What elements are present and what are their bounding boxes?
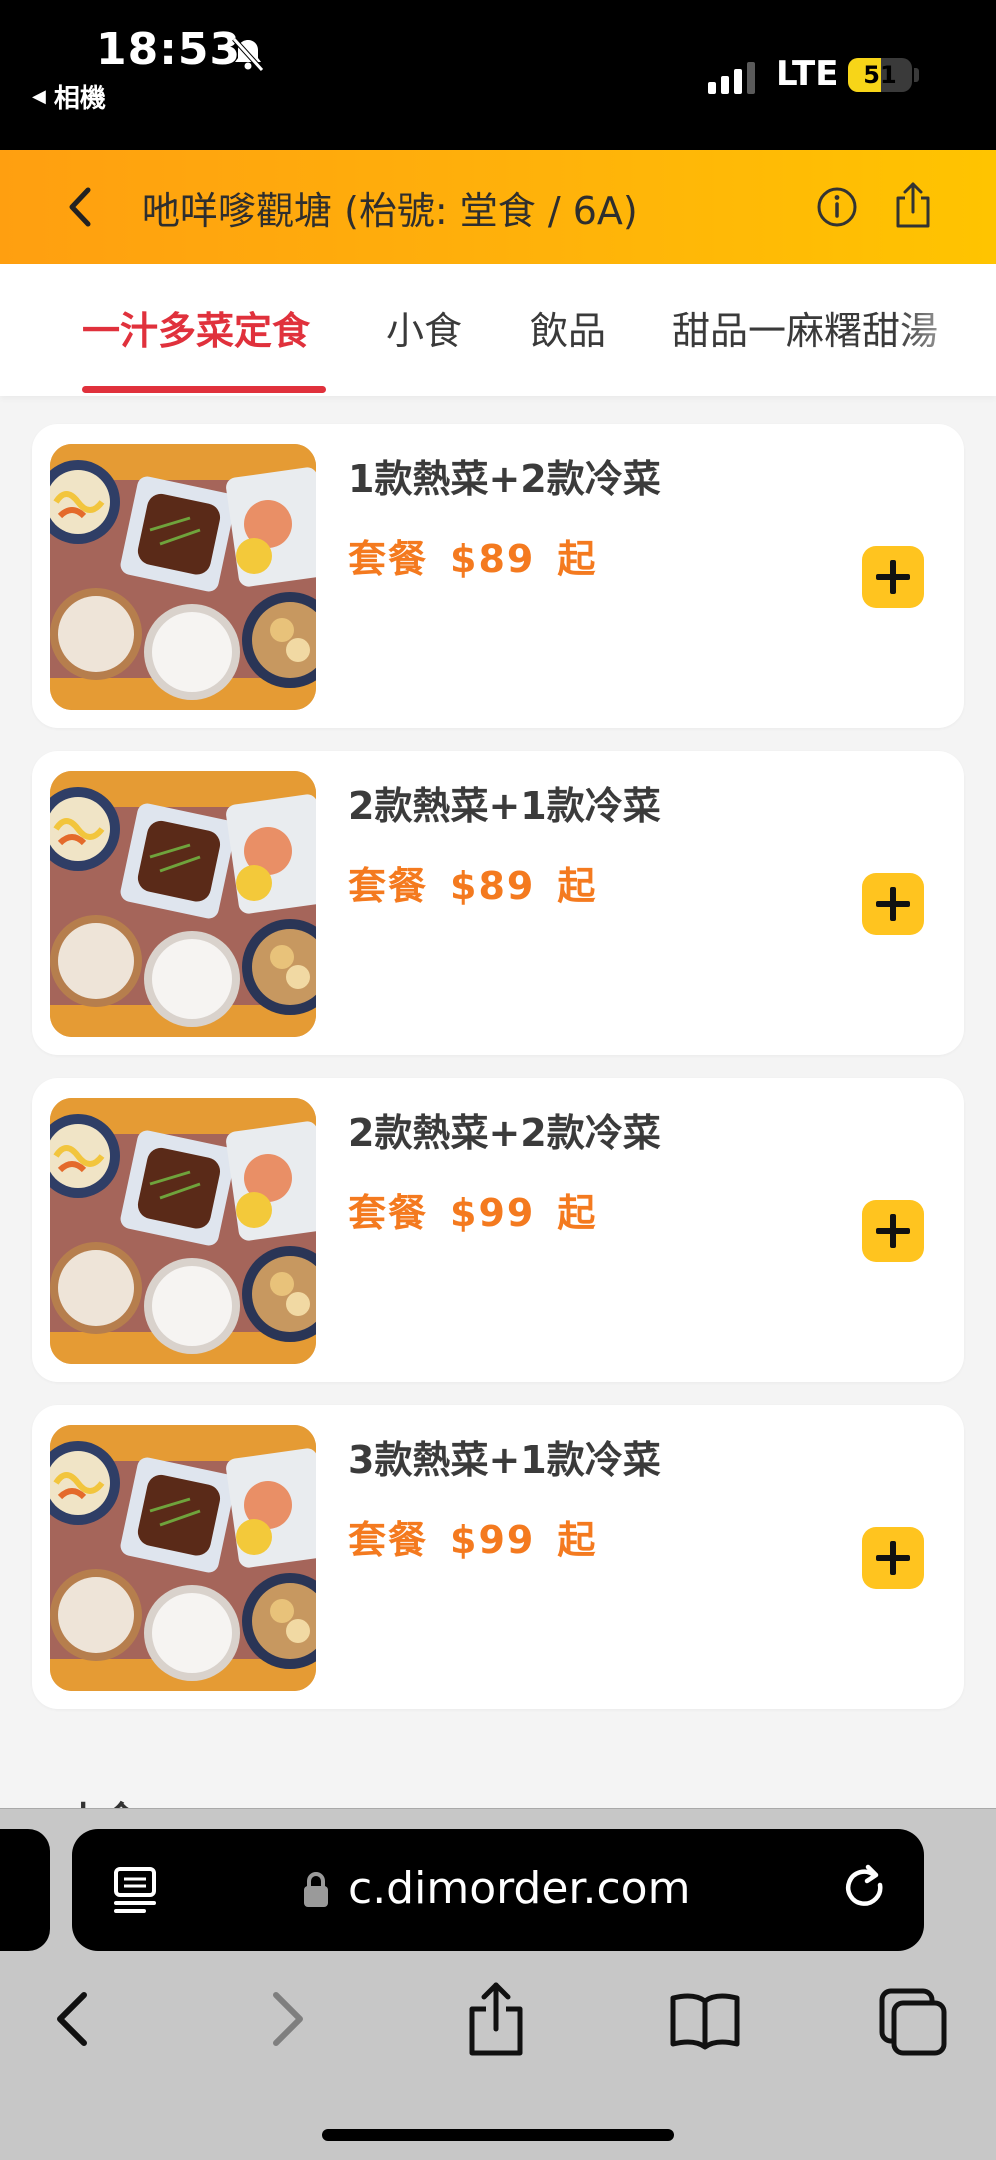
add-to-cart-button[interactable] <box>862 1200 924 1262</box>
category-tabs: 一汁多菜定食 小食 飲品 甜品一麻糬甜湯 <box>0 264 996 396</box>
app-header: 吔咩嗲觀塘 (枱號: 堂食 / 6A) <box>0 150 996 264</box>
battery-icon: 51 <box>848 58 912 92</box>
battery-nub <box>914 68 919 82</box>
tab-set-meals[interactable]: 一汁多菜定食 <box>82 300 310 355</box>
tabs-icon[interactable] <box>876 1979 950 2059</box>
network-type: LTE <box>776 54 839 94</box>
forward-arrow-icon[interactable] <box>260 1979 316 2059</box>
set-label: 套餐 <box>348 864 429 908</box>
price-value: $99 <box>450 1191 536 1235</box>
price-suffix: 起 <box>557 537 598 581</box>
reader-mode-icon[interactable] <box>110 1865 160 1915</box>
reload-icon[interactable] <box>840 1861 894 1919</box>
chevron-left-icon[interactable] <box>58 180 106 234</box>
menu-item-price: 套餐 $99 起 <box>348 1509 597 1564</box>
back-triangle-icon: ◀ <box>32 86 46 107</box>
tab-snacks[interactable]: 小食 <box>386 300 462 355</box>
food-photo[interactable] <box>50 1098 316 1364</box>
menu-item-name: 2款熱菜+1款冷菜 <box>348 784 661 828</box>
bookmarks-icon[interactable] <box>668 1979 742 2059</box>
food-photo[interactable] <box>50 1425 316 1691</box>
add-to-cart-button[interactable] <box>862 546 924 608</box>
menu-item-card[interactable]: 2款熱菜+1款冷菜 套餐 $89 起 <box>32 751 964 1055</box>
price-value: $99 <box>450 1518 536 1562</box>
back-to-app-label: 相機 <box>53 84 106 114</box>
set-label: 套餐 <box>348 1191 429 1235</box>
info-icon[interactable] <box>812 182 862 232</box>
food-photo[interactable] <box>50 771 316 1037</box>
menu-item-card[interactable]: 1款熱菜+2款冷菜 套餐 $89 起 <box>32 424 964 728</box>
restaurant-title: 吔咩嗲觀塘 (枱號: 堂食 / 6A) <box>142 189 638 233</box>
address-bar[interactable]: c.dimorder.com <box>72 1829 924 1951</box>
price-value: $89 <box>450 537 536 581</box>
price-suffix: 起 <box>557 1191 598 1235</box>
menu-item-card[interactable]: 3款熱菜+1款冷菜 套餐 $99 起 <box>32 1405 964 1709</box>
status-bar: 18:53 ◀ 相機 LTE 51 <box>0 0 996 150</box>
previous-tab-peek[interactable] <box>0 1829 50 1951</box>
price-value: $89 <box>450 864 536 908</box>
tabs-overflow-fade <box>896 264 996 396</box>
menu-item-card[interactable]: 2款熱菜+2款冷菜 套餐 $99 起 <box>32 1078 964 1382</box>
cellular-signal-icon <box>708 62 755 94</box>
back-arrow-icon[interactable] <box>44 1979 100 2059</box>
tab-drinks[interactable]: 飲品 <box>530 300 606 355</box>
add-to-cart-button[interactable] <box>862 873 924 935</box>
menu-item-name: 2款熱菜+2款冷菜 <box>348 1111 661 1155</box>
price-suffix: 起 <box>557 864 598 908</box>
menu-item-name: 1款熱菜+2款冷菜 <box>348 457 661 501</box>
food-photo[interactable] <box>50 444 316 710</box>
browser-chrome: c.dimorder.com <box>0 1808 996 2160</box>
menu-item-price: 套餐 $89 起 <box>348 528 597 583</box>
active-tab-indicator <box>82 386 326 393</box>
menu-item-name: 3款熱菜+1款冷菜 <box>348 1438 661 1482</box>
price-suffix: 起 <box>557 1518 598 1562</box>
share-icon[interactable] <box>888 178 938 232</box>
url-text[interactable]: c.dimorder.com <box>348 1863 690 1914</box>
share-icon[interactable] <box>462 1979 530 2059</box>
set-label: 套餐 <box>348 1518 429 1562</box>
bell-muted-icon <box>232 37 264 72</box>
home-indicator[interactable] <box>322 2129 674 2141</box>
set-label: 套餐 <box>348 537 429 581</box>
add-to-cart-button[interactable] <box>862 1527 924 1589</box>
menu-item-price: 套餐 $99 起 <box>348 1182 597 1237</box>
battery-level: 51 <box>863 61 897 89</box>
lock-icon <box>304 1872 328 1907</box>
menu-item-price: 套餐 $89 起 <box>348 855 597 910</box>
back-to-app-link[interactable]: ◀ 相機 <box>32 78 106 115</box>
status-time: 18:53 <box>96 24 242 75</box>
